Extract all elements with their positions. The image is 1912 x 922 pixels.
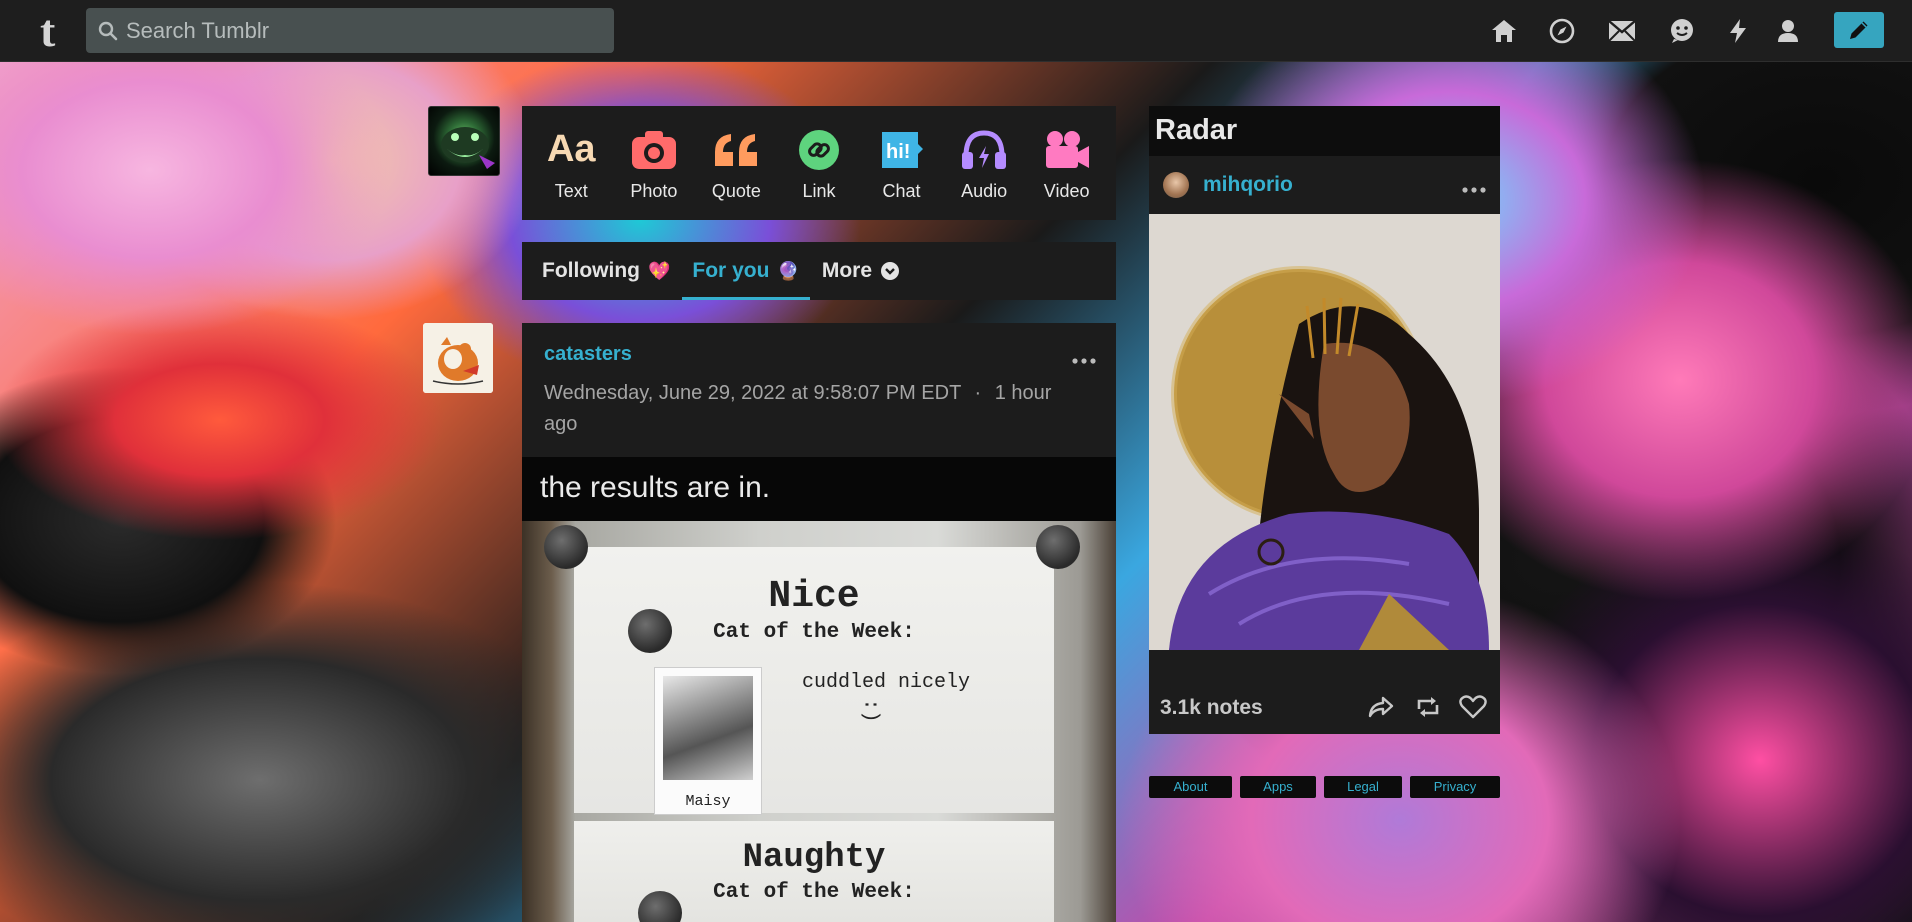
reblog-icon[interactable] bbox=[1413, 692, 1443, 722]
share-icon[interactable] bbox=[1366, 692, 1396, 722]
video-icon bbox=[1044, 125, 1090, 175]
footer-link-privacy[interactable]: Privacy bbox=[1410, 776, 1500, 798]
post-type-label: Quote bbox=[711, 180, 761, 201]
post-type-label: Audio bbox=[961, 180, 1008, 201]
post-type-label: Video bbox=[1043, 180, 1090, 201]
post-type-label: Text bbox=[554, 180, 588, 201]
radar-blog-avatar[interactable] bbox=[1163, 172, 1189, 198]
user-avatar[interactable] bbox=[428, 106, 500, 176]
text-icon: Aa bbox=[546, 128, 596, 170]
magnet bbox=[544, 525, 588, 569]
nice-reason: cuddled nicely bbox=[802, 671, 971, 694]
notes-count[interactable]: 3.1k notes bbox=[1160, 696, 1263, 720]
footer-links: About Apps Legal Privacy bbox=[1149, 776, 1500, 798]
feed-tabs: Following 💖 For you 🔮 More bbox=[522, 242, 1116, 300]
tab-label: For you bbox=[692, 259, 770, 282]
tab-label: More bbox=[821, 259, 873, 282]
explore-icon[interactable] bbox=[1548, 17, 1576, 45]
camera-icon bbox=[631, 125, 677, 175]
radar-artwork[interactable] bbox=[1149, 214, 1500, 650]
account-icon[interactable] bbox=[1774, 17, 1802, 45]
top-bar: t bbox=[0, 0, 1912, 62]
cat-picture bbox=[663, 676, 753, 780]
radar-header: mihqorio bbox=[1149, 156, 1500, 214]
post-type-label: Photo bbox=[630, 180, 678, 201]
post-type-label: Link bbox=[802, 180, 836, 201]
post-photo[interactable]: Nice Cat of the Week: cuddled nicely :) … bbox=[522, 521, 1116, 922]
search-bar[interactable] bbox=[86, 8, 614, 53]
nice-sign: Nice Cat of the Week: cuddled nicely :) … bbox=[574, 547, 1054, 815]
post-author-avatar[interactable] bbox=[423, 323, 493, 393]
footer-link-legal[interactable]: Legal bbox=[1324, 776, 1402, 798]
post-blog-name[interactable]: catasters bbox=[544, 343, 1094, 366]
more-options-icon[interactable] bbox=[1072, 351, 1096, 369]
link-icon bbox=[798, 125, 840, 175]
smile: :) bbox=[858, 698, 882, 723]
footer-link-about[interactable]: About bbox=[1149, 776, 1232, 798]
naughty-title: Naughty bbox=[742, 839, 886, 877]
cat-photo: Maisy bbox=[654, 667, 762, 815]
heart-icon: 💖 bbox=[647, 260, 671, 281]
svg-text:hi!: hi! bbox=[886, 141, 910, 163]
like-heart-icon[interactable] bbox=[1458, 692, 1488, 722]
tumblr-logo[interactable]: t bbox=[40, 8, 55, 54]
chevron-down-icon bbox=[881, 262, 900, 280]
post-header: catasters Wednesday, June 29, 2022 at 9:… bbox=[522, 323, 1116, 457]
post-text: the results are in. bbox=[522, 457, 1116, 521]
home-icon[interactable] bbox=[1490, 17, 1518, 45]
activity-icon[interactable] bbox=[1724, 17, 1752, 45]
post-type-chat[interactable]: hi! Chat bbox=[864, 125, 940, 202]
post-type-quote[interactable]: Quote bbox=[698, 125, 774, 202]
post-type-video[interactable]: Video bbox=[1029, 125, 1105, 202]
tab-label: Following bbox=[542, 259, 640, 282]
radar-title: Radar bbox=[1149, 106, 1500, 156]
pencil-icon bbox=[1850, 21, 1868, 39]
post-type-audio[interactable]: Audio bbox=[946, 125, 1022, 202]
tab-following[interactable]: Following 💖 bbox=[540, 242, 672, 300]
headphones-icon bbox=[961, 125, 1007, 175]
post-type-link[interactable]: Link bbox=[781, 125, 857, 202]
post-timestamp-line: Wednesday, June 29, 2022 at 9:58:07 PM E… bbox=[544, 378, 1064, 440]
post-timestamp[interactable]: Wednesday, June 29, 2022 at 9:58:07 PM E… bbox=[544, 382, 961, 404]
radar-footer: 3.1k notes bbox=[1149, 650, 1500, 734]
more-options-icon[interactable] bbox=[1462, 180, 1486, 198]
search-input[interactable] bbox=[126, 17, 606, 44]
magnet bbox=[1036, 525, 1080, 569]
quote-icon bbox=[713, 125, 759, 175]
radar-panel: Radar mihqorio 3.1k notes bbox=[1149, 106, 1500, 734]
nice-cat-name: Maisy bbox=[685, 793, 731, 810]
meta-separator: · bbox=[974, 382, 982, 404]
search-icon bbox=[98, 21, 118, 40]
tab-more[interactable]: More bbox=[820, 242, 902, 300]
post-type-text[interactable]: Aa Text bbox=[533, 125, 609, 202]
post-type-photo[interactable]: Photo bbox=[616, 125, 692, 202]
compose-button[interactable] bbox=[1834, 12, 1884, 48]
magnet bbox=[628, 609, 672, 653]
radar-blog-name[interactable]: mihqorio bbox=[1203, 173, 1293, 197]
messages-icon[interactable] bbox=[1668, 17, 1696, 45]
crystal-ball-icon: 🔮 bbox=[777, 260, 800, 281]
post-type-label: Chat bbox=[882, 180, 921, 201]
post-composer: Aa Text Photo Quote Link hi! Chat Audio bbox=[522, 106, 1116, 220]
post-card: catasters Wednesday, June 29, 2022 at 9:… bbox=[522, 323, 1116, 922]
tab-for-you[interactable]: For you 🔮 bbox=[682, 242, 811, 300]
inbox-icon[interactable] bbox=[1608, 17, 1636, 45]
chat-icon: hi! bbox=[880, 125, 924, 175]
footer-link-apps[interactable]: Apps bbox=[1240, 776, 1316, 798]
